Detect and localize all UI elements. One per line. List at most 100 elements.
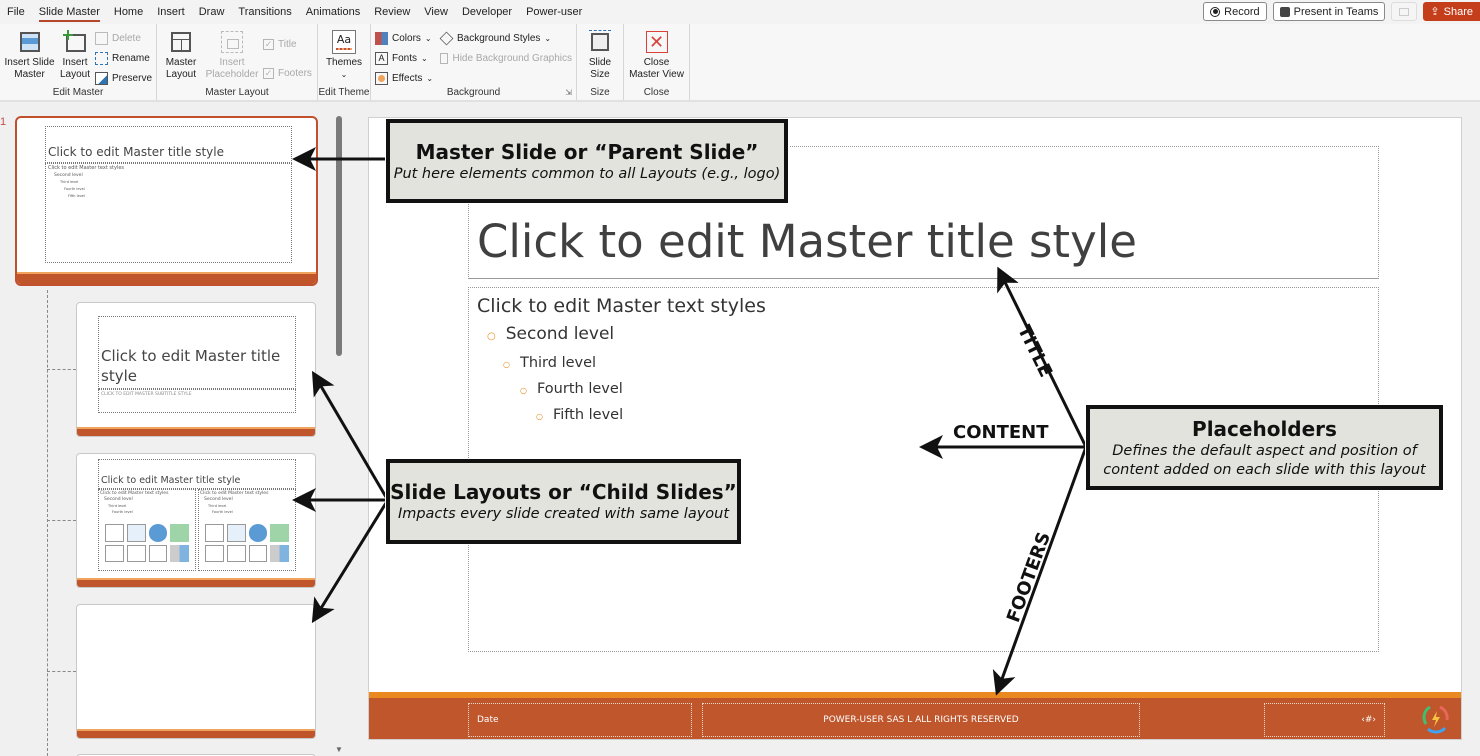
close-group-label: Close [643, 87, 670, 98]
content-insert-icons [205, 524, 289, 562]
slide-title: Click to edit Master title style [477, 215, 1137, 268]
tab-file[interactable]: File [0, 0, 32, 24]
tab-view[interactable]: View [417, 0, 455, 24]
edit-theme-group-label: Edit Theme [318, 87, 370, 98]
footer-date-placeholder[interactable]: Date [468, 703, 692, 737]
teams-icon [1279, 6, 1290, 17]
comments-button[interactable] [1391, 2, 1418, 21]
tab-home[interactable]: Home [107, 0, 150, 24]
close-master-view-label: Close Master View [629, 57, 684, 80]
footers-checkbox[interactable]: ✓ Footers [263, 65, 312, 82]
delete-label: Delete [111, 33, 141, 44]
group-edit-theme: Aa Themes ⌄ Edit Theme [318, 24, 371, 100]
insert-layout-icon [63, 30, 87, 54]
placeholders-callout: Placeholders Defines the default aspect … [1085, 404, 1444, 491]
present-in-teams-button[interactable]: Present in Teams [1272, 2, 1386, 21]
scrollbar-thumb[interactable] [336, 116, 342, 356]
scroll-down-arrow-icon[interactable]: ▼ [335, 745, 343, 754]
tab-developer[interactable]: Developer [455, 0, 519, 24]
dialog-launcher-icon[interactable]: ⇲ [565, 88, 572, 97]
preserve-button[interactable]: Preserve [94, 70, 152, 87]
comment-icon [1399, 7, 1410, 16]
group-background: Colors ⌄ A Fonts ⌄ Effects ⌄ Background Styl… [371, 24, 577, 100]
share-button[interactable]: ⇪ Share [1423, 2, 1480, 21]
footers-checkbox-label: Footers [278, 68, 312, 79]
callout-subtext: Defines the default aspect and position … [1112, 442, 1417, 459]
thumb-body-placeholder: Click to edit Master text styles Second … [45, 163, 292, 263]
themes-label: Themes [325, 57, 363, 68]
thumb-title-placeholder: Click to edit Master title style [45, 126, 292, 163]
insert-placeholder-icon [220, 30, 244, 54]
thumb-left-content-placeholder: Click to edit Master text styles Second … [98, 489, 196, 571]
tab-power-user[interactable]: Power-user [519, 0, 589, 24]
insert-slide-master-icon [18, 30, 42, 54]
background-styles-dropdown[interactable]: Background Styles ⌄ [439, 30, 572, 47]
colors-icon [375, 32, 388, 45]
body-text-level-1: Click to edit Master text styles [477, 295, 766, 317]
effects-label: Effects [392, 73, 423, 84]
fonts-dropdown[interactable]: A Fonts ⌄ [375, 50, 438, 67]
layout-connector [47, 369, 76, 370]
colors-label: Colors [392, 33, 421, 44]
tab-transitions[interactable]: Transitions [231, 0, 298, 24]
share-icon: ⇪ [1430, 6, 1440, 18]
fonts-icon: A [375, 52, 388, 65]
thumbnail-scrollbar[interactable]: ▼ [334, 110, 344, 756]
thumb-level: Fourth level [64, 187, 85, 191]
footer-date: Date [477, 715, 499, 725]
two-content-layout-thumbnail[interactable]: Click to edit Master title style Click t… [76, 453, 316, 588]
master-slide-thumbnail[interactable]: Click to edit Master title style Click t… [15, 116, 318, 286]
thumb-subtitle-placeholder: CLICK TO EDIT MASTER SUBTITLE STYLE [98, 389, 296, 413]
record-icon [1210, 6, 1221, 17]
slide-scrollbar[interactable] [1470, 104, 1480, 756]
slide-number: 1 [0, 116, 7, 128]
preserve-label: Preserve [111, 73, 152, 84]
thumb-title: Click to edit Master title style [48, 145, 224, 159]
level-label: Fifth level [552, 407, 624, 423]
tab-animations[interactable]: Animations [299, 0, 367, 24]
checkbox-icon: ✓ [263, 68, 274, 79]
layout-connector [47, 671, 76, 672]
layout-connector [47, 520, 76, 521]
present-label: Present in Teams [1293, 5, 1379, 18]
record-button[interactable]: Record [1203, 2, 1267, 21]
title-checkbox[interactable]: ✓ Title [263, 36, 312, 53]
delete-icon [94, 32, 108, 45]
callout-subtext: Put here elements common to all Layouts … [393, 165, 781, 182]
edit-master-group-label: Edit Master [52, 87, 104, 98]
callout-subtext: Impacts every slide created with same la… [397, 506, 730, 522]
menu-bar: File Slide Master Home Insert Draw Trans… [0, 0, 1480, 24]
powerpoint-window: File Slide Master Home Insert Draw Trans… [0, 0, 1480, 756]
thumb-title: Click to edit Master title style [101, 475, 241, 486]
callout-heading: Placeholders [1192, 416, 1337, 441]
rename-label: Rename [111, 53, 150, 64]
group-size: Slide Size Size [577, 24, 624, 100]
blank-layout-thumbnail[interactable] [76, 604, 316, 739]
footer-text-placeholder[interactable]: POWER-USER SAS L ALL RIGHTS RESERVED [702, 703, 1140, 737]
callout-heading: Master Slide or “Parent Slide” [415, 139, 759, 164]
slide-size-icon [588, 30, 612, 54]
colors-dropdown[interactable]: Colors ⌄ [375, 30, 438, 47]
thumb-footer [17, 272, 316, 284]
preserve-icon [94, 72, 108, 85]
slide-footer-band: Date POWER-USER SAS L ALL RIGHTS RESERVE… [369, 692, 1461, 739]
title-layout-thumbnail[interactable]: Click to edit Master title style CLICK T… [76, 302, 316, 437]
tab-slide-master[interactable]: Slide Master [32, 0, 107, 24]
delete-button[interactable]: Delete [94, 30, 152, 47]
callout-subtext: content added on each slide with this la… [1103, 461, 1426, 478]
content-insert-icons [105, 524, 189, 562]
slide-size-label: Slide Size [588, 57, 612, 80]
layout-connector [47, 290, 48, 756]
hide-background-graphics-checkbox[interactable]: Hide Background Graphics [440, 50, 572, 67]
rename-button[interactable]: Rename [94, 50, 152, 67]
tab-draw[interactable]: Draw [192, 0, 232, 24]
footer-number-placeholder[interactable]: ‹#› [1264, 703, 1385, 737]
tab-review[interactable]: Review [367, 0, 417, 24]
effects-dropdown[interactable]: Effects ⌄ [375, 70, 438, 87]
footer-text: POWER-USER SAS L ALL RIGHTS RESERVED [823, 715, 1019, 725]
body-text-level-3: ○ Third level [503, 355, 597, 371]
checkbox-icon: ✓ [263, 39, 274, 50]
title-checkbox-label: Title [278, 39, 297, 50]
tab-insert[interactable]: Insert [150, 0, 192, 24]
master-slide-callout: Master Slide or “Parent Slide” Put here … [385, 118, 789, 204]
